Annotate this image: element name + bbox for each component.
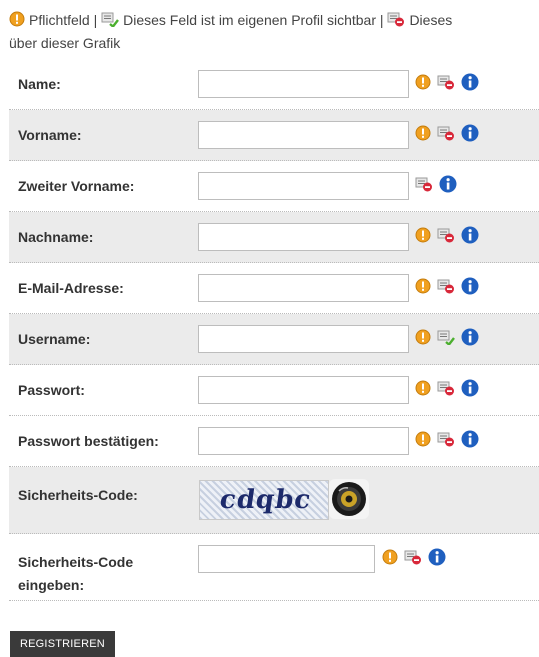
vorname-label: Vorname: [18,127,82,143]
field-icons [415,430,479,453]
info-icon[interactable] [461,226,479,249]
hidden-field-icon [437,74,455,95]
info-icon[interactable] [439,175,457,198]
hidden-field-icon [437,431,455,452]
field-row-nachname: Nachname: [9,212,539,263]
field-row-name: Name: [9,59,539,110]
field-icons [415,379,479,402]
hidden-field-icon [437,227,455,248]
hidden-field-icon [437,380,455,401]
field-row-username: Username: [9,314,539,365]
email-label: E-Mail-Adresse: [18,280,124,296]
field-row-passwort: Passwort: [9,365,539,416]
field-icons [415,277,479,300]
password-input[interactable] [198,376,409,404]
field-icons [415,124,479,147]
nachname-label: Nachname: [18,229,94,245]
username-label: Username: [18,331,91,347]
email-input[interactable] [198,274,409,302]
legend-required-text: Pflichtfeld | [29,12,98,28]
field-row-captcha-input: Sicherheits-Code eingeben: [9,534,539,601]
registration-form: Name: Vorname: Zweiter Vorname: Nachname… [9,59,539,601]
required-icon [9,11,25,33]
required-icon [415,125,431,146]
field-icons [415,175,457,198]
passwort-label: Passwort: [18,382,85,398]
hidden-field-icon [437,278,455,299]
info-icon[interactable] [428,548,446,571]
captcha-input-label-line1: Sicherheits-Code [18,554,134,570]
captcha-image: cdqbc [199,480,329,520]
captcha-input-label-line2: eingeben: [18,577,85,593]
passwort-bestaetigen-label: Passwort bestätigen: [18,433,159,449]
info-icon[interactable] [461,328,479,351]
captcha-label: Sicherheits-Code: [18,487,138,503]
hidden-field-icon [404,549,422,570]
info-icon[interactable] [461,73,479,96]
required-icon [415,431,431,452]
field-legend: Pflichtfeld | Dieses Feld ist im eigenen… [9,10,539,54]
register-button[interactable]: REGISTRIEREN [10,631,115,657]
field-row-email: E-Mail-Adresse: [9,263,539,314]
required-icon [415,278,431,299]
vorname-input[interactable] [198,121,409,149]
field-icons [415,328,479,351]
zweiter-vorname-label: Zweiter Vorname: [18,178,135,194]
password-confirm-input[interactable] [198,427,409,455]
hidden-field-icon [387,11,405,33]
visible-field-icon [437,329,455,350]
field-icons [415,73,479,96]
legend-hidden-text-cont: über dieser Grafik [9,35,121,51]
required-icon [415,329,431,350]
field-row-zweiter-vorname: Zweiter Vorname: [9,161,539,212]
name-input[interactable] [198,70,409,98]
hidden-field-icon [437,125,455,146]
field-row-passwort-bestaetigen: Passwort bestätigen: [9,416,539,467]
zweiter-vorname-input[interactable] [198,172,409,200]
legend-visible-text: Dieses Feld ist im eigenen Profil sichtb… [123,12,384,28]
username-input[interactable] [198,325,409,353]
field-icons [382,548,446,571]
required-icon [415,380,431,401]
captcha-text: cdqbc [217,485,314,515]
visible-field-icon [101,11,120,33]
info-icon[interactable] [461,124,479,147]
field-row-vorname: Vorname: [9,110,539,161]
required-icon [415,227,431,248]
field-row-sicherheits-code: Sicherheits-Code: cdqbc [9,467,539,534]
required-icon [382,549,398,570]
name-label: Name: [18,76,61,92]
info-icon[interactable] [461,277,479,300]
info-icon[interactable] [461,379,479,402]
nachname-input[interactable] [198,223,409,251]
captcha-input-label: Sicherheits-Code eingeben: [18,551,188,597]
audio-speaker-icon[interactable] [329,479,369,519]
captcha-code-input[interactable] [198,545,375,573]
required-icon [415,74,431,95]
legend-hidden-text: Dieses [409,12,453,28]
hidden-field-icon [415,176,433,197]
field-icons [415,226,479,249]
info-icon[interactable] [461,430,479,453]
